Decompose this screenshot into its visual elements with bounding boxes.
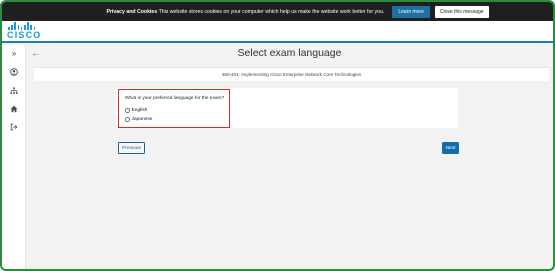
logo-wordmark: CISCO (7, 30, 42, 40)
question-text: What is your preferred language for the … (125, 96, 225, 101)
sidebar: » (2, 45, 26, 269)
option-english[interactable]: English (125, 108, 147, 113)
exam-name: 350-401: Implementing Cisco Enterprise N… (34, 67, 549, 81)
radio-japanese[interactable] (125, 117, 130, 122)
back-arrow-icon[interactable]: ← (31, 48, 40, 58)
question-card: What is your preferred language for the … (116, 88, 458, 128)
cisco-logo[interactable]: CISCO (7, 22, 43, 42)
browser-frame: Privacy and Cookies This website stores … (0, 0, 555, 271)
question-highlight-box: What is your preferred language for the … (118, 89, 230, 128)
next-button[interactable]: Next (442, 142, 459, 154)
option-japanese[interactable]: Japanese (125, 117, 152, 122)
cookie-message: Privacy and Cookies This website stores … (106, 9, 384, 15)
header: CISCO (2, 21, 553, 43)
cookie-title: Privacy and Cookies (106, 8, 158, 15)
learn-more-button[interactable]: Learn more (392, 5, 430, 18)
cookie-banner: Privacy and Cookies This website stores … (2, 2, 553, 21)
cookie-text: This website stores cookies on your comp… (158, 8, 385, 15)
org-chart-icon[interactable] (8, 85, 20, 97)
chevrons-right-icon[interactable]: » (8, 47, 20, 59)
previous-button[interactable]: Previous (118, 142, 145, 154)
logo-bars (8, 22, 43, 30)
home-icon[interactable] (8, 103, 20, 115)
close-cookie-button[interactable]: Close this message (434, 5, 489, 18)
sign-out-icon[interactable] (8, 121, 20, 133)
option-japanese-label: Japanese (131, 117, 153, 122)
page-title: Select exam language (237, 47, 342, 59)
radio-english[interactable] (125, 108, 130, 113)
main-content: Select exam language ← 350-401: Implemen… (26, 45, 553, 269)
chevrons-glyph: » (11, 48, 17, 58)
user-icon[interactable] (8, 66, 20, 78)
option-english-label: English (131, 108, 148, 113)
